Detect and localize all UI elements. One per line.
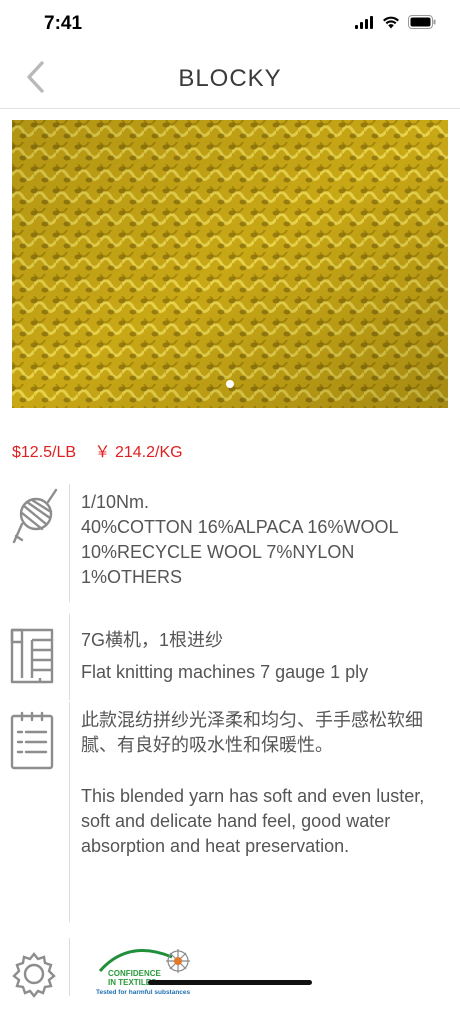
knitting-machine-icon <box>8 622 60 684</box>
product-image-carousel[interactable] <box>12 120 448 408</box>
status-icons <box>355 15 436 34</box>
price-per-lb: $12.5/LB <box>12 444 77 461</box>
section-divider <box>69 702 70 922</box>
cert-logo-line3: Tested for harmful substances <box>96 989 191 996</box>
machine-text: 7G横机，1根进纱 Flat knitting machines 7 gauge… <box>81 624 446 688</box>
machine-en: Flat knitting machines 7 gauge 1 ply <box>81 662 369 682</box>
carousel-page-indicator[interactable] <box>226 380 234 388</box>
battery-icon <box>408 15 436 34</box>
yarn-spool-icon <box>8 484 60 546</box>
document-list-icon <box>8 710 60 772</box>
machine-section: 7G横机，1根进纱 Flat knitting machines 7 gauge… <box>0 614 460 700</box>
price-per-kg: ￥ 214.2/KG <box>94 444 183 461</box>
oeko-tex-certification-logo: CONFIDENCE IN TEXTILES Tested for harmfu… <box>94 943 206 996</box>
cert-logo-line1: CONFIDENCE <box>108 969 162 978</box>
section-divider <box>69 614 70 700</box>
status-bar: 7:41 <box>0 0 460 50</box>
description-text: 此款混纺拼纱光泽柔和均匀、手手感松软细腻、有良好的吸水性和保暖性。 This b… <box>81 708 446 859</box>
machine-cn: 7G横机，1根进纱 <box>81 630 224 650</box>
certification-section <box>0 938 460 998</box>
navigation-bar: BLOCKY <box>0 50 460 109</box>
page-title: BLOCKY <box>178 65 282 92</box>
yarn-spec-section: 1/10Nm. 40%COTTON 16%ALPACA 16%WOOL 10%R… <box>0 484 460 604</box>
section-divider <box>69 938 70 996</box>
yarn-count: 1/10Nm. <box>81 492 150 512</box>
section-divider <box>69 484 70 602</box>
description-cn: 此款混纺拼纱光泽柔和均匀、手手感松软细腻、有良好的吸水性和保暖性。 <box>81 710 423 755</box>
yarn-spec-text: 1/10Nm. 40%COTTON 16%ALPACA 16%WOOL 10%R… <box>81 490 446 590</box>
description-en: This blended yarn has soft and even lust… <box>81 786 425 856</box>
wifi-icon <box>382 16 400 34</box>
fabric-swatch-image <box>12 120 448 408</box>
signal-icon <box>355 15 374 34</box>
price-row: $12.5/LB ￥ 214.2/KG <box>12 438 197 462</box>
gear-badge-icon <box>8 950 60 1012</box>
home-indicator[interactable] <box>148 980 312 985</box>
status-time: 7:41 <box>44 13 83 34</box>
description-section: 此款混纺拼纱光泽柔和均匀、手手感松软细腻、有良好的吸水性和保暖性。 This b… <box>0 702 460 928</box>
yarn-composition: 40%COTTON 16%ALPACA 16%WOOL 10%RECYCLE W… <box>81 517 398 587</box>
